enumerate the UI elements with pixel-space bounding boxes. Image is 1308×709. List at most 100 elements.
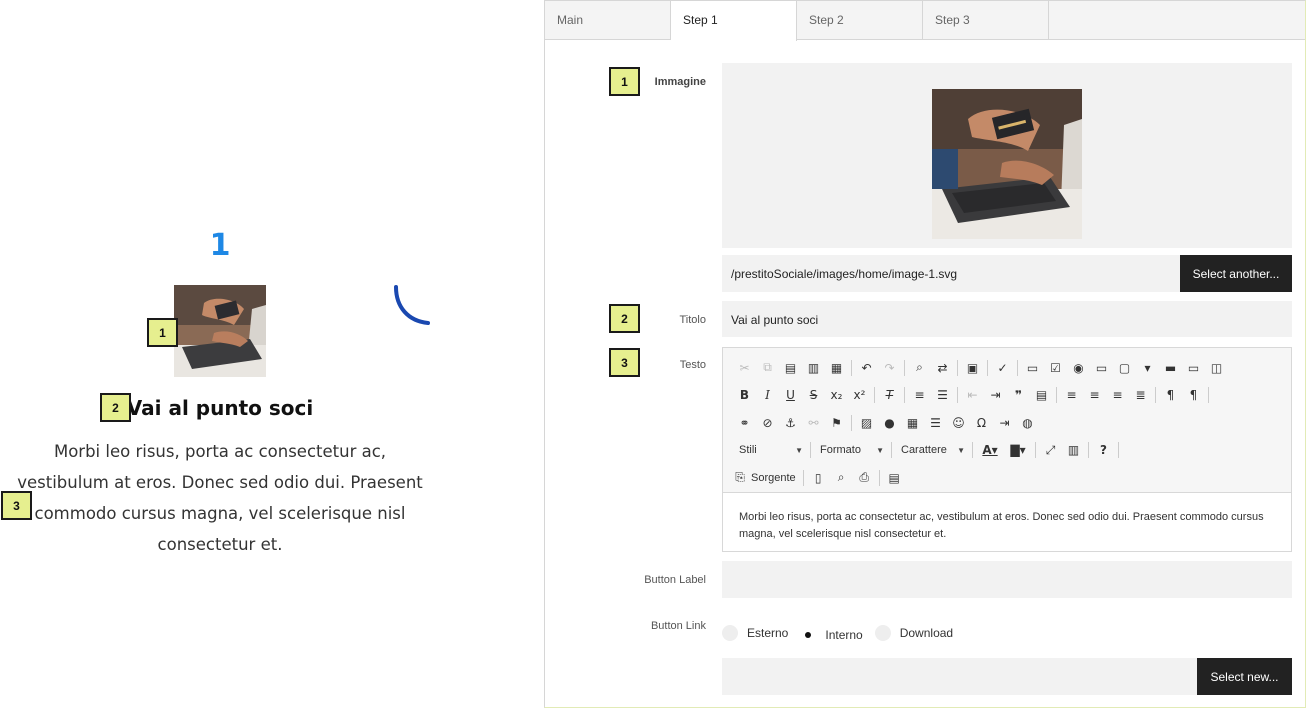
styles-combo[interactable]: Stili ▼ [733,440,807,460]
format-combo-label: Formato [820,444,861,457]
anchor-icon[interactable]: ⚓ [779,413,802,433]
rich-text-editor: ✂ ⧉ ▤ ▥ ▦ ↶ ↷ ⌕ ⇄ ▣ ✓ ▭ ☑ ◉ ▭ ▢ ▾ ▬ ▭ ◫ … [722,347,1292,552]
button-field-icon[interactable]: ▬ [1159,358,1182,378]
underline-icon[interactable]: U [779,385,802,405]
step-editor-panel: Main Step 1 Step 2 Step 3 1 Immagine /pr… [544,0,1306,708]
undo-icon[interactable]: ↶ [855,358,878,378]
font-combo-label: Carattere [901,444,947,457]
radio-download[interactable]: Download [874,625,953,641]
image-preview-box [722,63,1292,248]
textarea-icon[interactable]: ▢ [1113,358,1136,378]
format-combo[interactable]: Formato ▼ [814,440,888,460]
chevron-down-icon: ▼ [957,445,965,455]
select-another-button[interactable]: Select another... [1180,255,1292,292]
source-button-label: Sorgente [751,471,796,484]
bold-icon[interactable]: B [733,385,756,405]
radio-interno-label: Interno [825,628,863,642]
radio-circle[interactable] [722,625,738,641]
flag-icon[interactable]: ⚑ [825,413,848,433]
blockquote-icon[interactable]: ❞ [1007,385,1030,405]
tab-main[interactable]: Main [545,1,671,40]
radio-circle[interactable] [874,625,891,641]
smiley-icon[interactable]: ☺ [947,413,970,433]
tab-step-2[interactable]: Step 2 [797,1,923,40]
source-button[interactable]: ⎘ Sorgente [733,468,800,488]
italic-icon[interactable]: I [756,385,779,405]
iframe-icon[interactable]: ◍ [1016,413,1039,433]
justify-icon[interactable]: ≣ [1129,385,1152,405]
tab-step-3[interactable]: Step 3 [923,1,1049,40]
marker-3: 3 [1,491,32,520]
button-link-label: Button Link [650,620,706,632]
marker-1: 1 [147,318,178,347]
maximize-icon[interactable]: ⤢ [1039,440,1062,460]
bg-color-icon[interactable]: ▇▾ [1004,440,1032,460]
align-right-icon[interactable]: ≡ [1106,385,1129,405]
font-combo[interactable]: Carattere ▼ [895,440,969,460]
radio-icon[interactable]: ◉ [1067,358,1090,378]
link-type-radio-group: Esterno Interno Download [722,623,965,643]
paste-word-icon[interactable]: ▦ [825,358,848,378]
button-label-input[interactable] [722,561,1292,598]
image-button-icon[interactable]: ▭ [1182,358,1205,378]
radio-interno[interactable]: Interno [800,627,863,643]
indent-icon[interactable]: ⇥ [984,385,1007,405]
outdent-icon[interactable]: ⇤ [961,385,984,405]
align-left-icon[interactable]: ≡ [1060,385,1083,405]
superscript-icon[interactable]: x² [848,385,871,405]
horizontal-line-icon[interactable]: ☰ [924,413,947,433]
laptop-photo-icon [932,89,1082,239]
new-page-icon[interactable]: ▯ [807,468,830,488]
form-icon[interactable]: ▭ [1021,358,1044,378]
chevron-down-icon: ▼ [876,445,884,455]
loading-arc-icon [394,285,430,325]
tab-step-1[interactable]: Step 1 [671,1,797,41]
rtl-icon[interactable]: ¶ [1182,385,1205,405]
button-label-label: Button Label [644,574,706,586]
image-preview [932,89,1082,239]
editor-content[interactable]: Morbi leo risus, porta ac consectetur ac… [723,493,1291,543]
align-center-icon[interactable]: ≡ [1083,385,1106,405]
table-icon[interactable]: ▦ [901,413,924,433]
checkbox-icon[interactable]: ☑ [1044,358,1067,378]
text-color-icon[interactable]: A▾ [976,440,1004,460]
show-blocks-icon[interactable]: ▥ [1062,440,1085,460]
select-field-icon[interactable]: ▾ [1136,358,1159,378]
strike-icon[interactable]: S [802,385,825,405]
unlink-disabled-icon[interactable]: ⚯ [802,413,825,433]
image-icon[interactable]: ▨ [855,413,878,433]
unlink-icon[interactable]: ⊘ [756,413,779,433]
subscript-icon[interactable]: x₂ [825,385,848,405]
radio-circle-selected[interactable] [800,627,817,643]
radio-esterno-label: Esterno [747,626,789,640]
replace-icon[interactable]: ⇄ [931,358,954,378]
numbered-list-icon[interactable]: ≡ [908,385,931,405]
preview-icon[interactable]: ⌕ [830,468,853,488]
remove-format-icon[interactable]: T̶ [878,385,901,405]
flash-icon[interactable]: ● [878,413,901,433]
find-icon[interactable]: ⌕ [908,358,931,378]
text-field-icon[interactable]: ▭ [1090,358,1113,378]
link-icon[interactable]: ⚭ [733,413,756,433]
help-icon[interactable]: ? [1092,440,1115,460]
title-input[interactable]: Vai al punto soci [722,301,1292,337]
styles-combo-label: Stili [739,444,757,457]
cut-icon[interactable]: ✂ [733,358,756,378]
redo-icon[interactable]: ↷ [878,358,901,378]
paste-icon[interactable]: ▤ [779,358,802,378]
paste-text-icon[interactable]: ▥ [802,358,825,378]
print-icon[interactable]: ⎙ [853,468,876,488]
select-all-icon[interactable]: ▣ [961,358,984,378]
copy-icon[interactable]: ⧉ [756,358,779,378]
spellcheck-icon[interactable]: ✓ [991,358,1014,378]
hidden-field-icon[interactable]: ◫ [1205,358,1228,378]
special-char-icon[interactable]: Ω [970,413,993,433]
ltr-icon[interactable]: ¶ [1159,385,1182,405]
select-new-button[interactable]: Select new... [1197,658,1292,695]
tab-bar: Main Step 1 Step 2 Step 3 [545,1,1305,41]
page-break-icon[interactable]: ⇥ [993,413,1016,433]
templates-icon[interactable]: ▤ [883,468,906,488]
div-container-icon[interactable]: ▤ [1030,385,1053,405]
bulleted-list-icon[interactable]: ☰ [931,385,954,405]
radio-esterno[interactable]: Esterno [722,625,788,641]
